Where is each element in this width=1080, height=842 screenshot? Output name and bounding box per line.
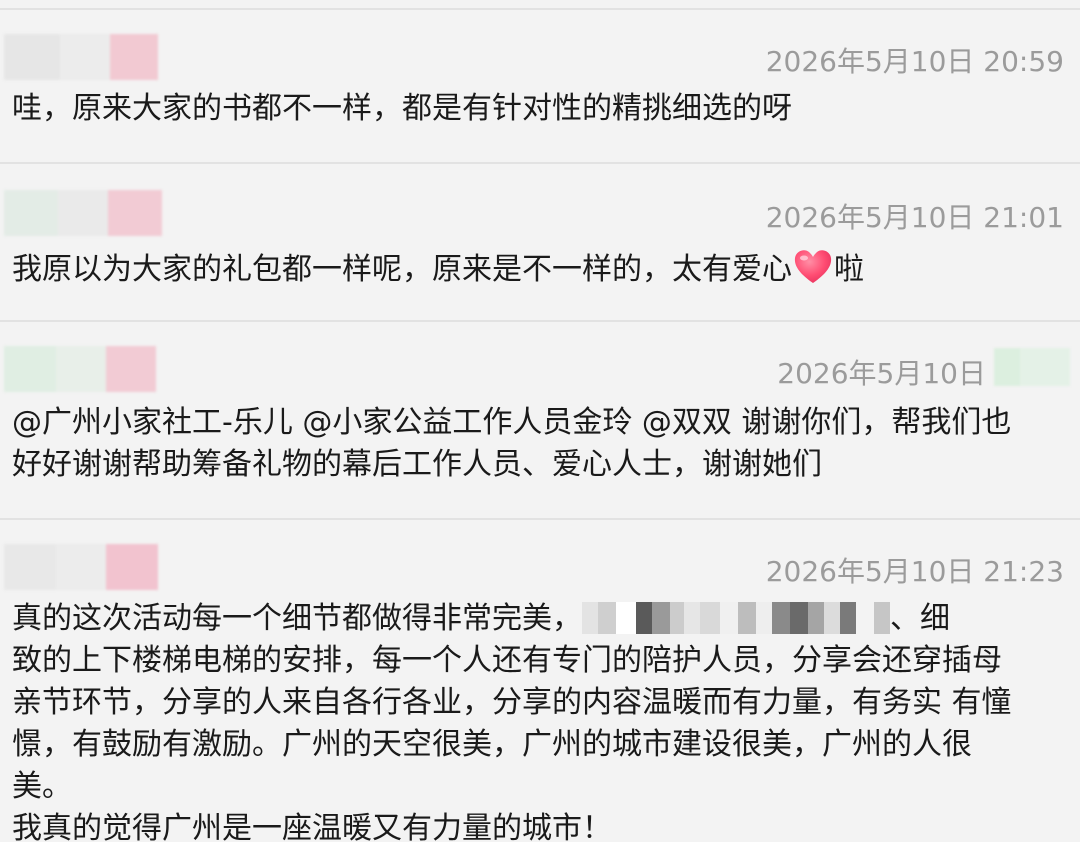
comment-timestamp: 2026年5月10日 21:01 <box>765 201 1064 234</box>
comment-text: 真的这次活动每一个细节都做得非常完美， 、细 致的上下楼梯电梯的安排，每一个人还有… <box>12 598 1064 842</box>
username-redacted[interactable] <box>4 544 158 590</box>
comment-text-part: 真的这次活动每一个细节都做得非常完美， <box>12 601 582 636</box>
comment-timestamp: 2026年5月10日 20:59 <box>765 45 1064 78</box>
comment-text-line: 致的上下楼梯电梯的安排，每一个人还有专门的陪护人员，分享会还穿插母 <box>12 643 1002 678</box>
divider <box>0 8 1080 10</box>
username-redacted[interactable] <box>4 190 162 236</box>
comment-timestamp: 2026年5月10日 21:23 <box>765 555 1064 588</box>
redacted-text-mosaic <box>582 602 890 634</box>
heart-emoji-icon <box>794 250 832 283</box>
divider <box>0 320 1080 322</box>
comment-text-line: 好好谢谢帮助筹备礼物的幕后工作人员、爱心人士，谢谢她们 <box>12 447 822 482</box>
comment-text: @广州小家社工-乐儿 @小家公益工作人员金玲 @双双 谢谢你们，帮我们也 好好谢… <box>12 402 1064 486</box>
username-redacted[interactable] <box>4 34 158 80</box>
comment-text-part: 我原以为大家的礼包都一样呢，原来是不一样的，太有爱心 <box>12 252 792 287</box>
comment-text-line: 美。 <box>12 769 72 804</box>
comment-text-part: 啦 <box>834 252 864 287</box>
comment-text: 我原以为大家的礼包都一样呢，原来是不一样的，太有爱心 啦 <box>12 246 1064 291</box>
comment-text-line: 我真的觉得广州是一座温暖又有力量的城市！ <box>12 811 612 842</box>
comment-text-line: 憬，有鼓励有激励。广州的天空很美，广州的城市建设很美，广州的人很 <box>12 727 972 762</box>
comment-text-line[interactable]: @广州小家社工-乐儿 @小家公益工作人员金玲 @双双 谢谢你们，帮我们也 <box>12 402 1064 444</box>
timestamp-redacted <box>994 348 1070 386</box>
divider <box>0 518 1080 520</box>
comment-text-line: 真的这次活动每一个细节都做得非常完美， 、细 <box>12 598 1064 640</box>
comment-timestamp: 2026年5月10日 <box>777 357 986 390</box>
comment-text-part: 、细 <box>890 601 950 636</box>
comment-text-line: 亲节环节，分享的人来自各行各业，分享的内容温暖而有力量，有务实 有憧 <box>12 685 1012 720</box>
comment-text: 哇，原来大家的书都不一样，都是有针对性的精挑细选的呀 <box>12 91 792 126</box>
comment-feed: 2026年5月10日 20:59 哇，原来大家的书都不一样，都是有针对性的精挑细… <box>0 0 1080 842</box>
username-redacted[interactable] <box>4 346 156 392</box>
divider <box>0 162 1080 164</box>
